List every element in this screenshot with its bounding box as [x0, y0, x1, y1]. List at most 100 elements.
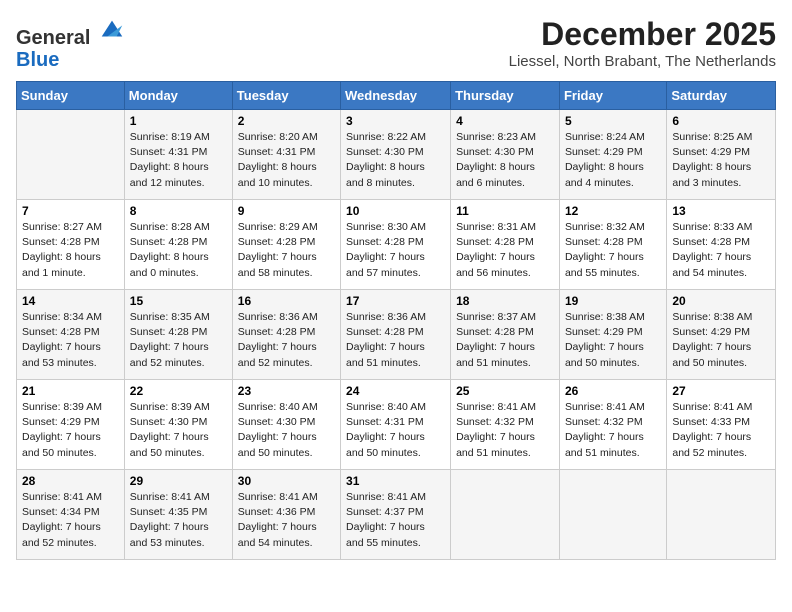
cell-content: Sunrise: 8:30 AMSunset: 4:28 PMDaylight:… [346, 220, 445, 281]
cell-content: Sunrise: 8:22 AMSunset: 4:30 PMDaylight:… [346, 130, 445, 191]
calendar-cell: 16 Sunrise: 8:36 AMSunset: 4:28 PMDayligh… [232, 290, 340, 380]
day-number: 5 [565, 114, 661, 128]
cell-content: Sunrise: 8:41 AMSunset: 4:32 PMDaylight:… [456, 400, 554, 461]
cell-content: Sunrise: 8:41 AMSunset: 4:32 PMDaylight:… [565, 400, 661, 461]
calendar-header-row: SundayMondayTuesdayWednesdayThursdayFrid… [17, 82, 776, 110]
calendar-day-header: Saturday [667, 82, 776, 110]
cell-content: Sunrise: 8:31 AMSunset: 4:28 PMDaylight:… [456, 220, 554, 281]
cell-content: Sunrise: 8:27 AMSunset: 4:28 PMDaylight:… [22, 220, 119, 281]
calendar-cell: 13Sunrise: 8:33 AMSunset: 4:28 PMDayligh… [667, 200, 776, 290]
calendar-week-row: 21Sunrise: 8:39 AMSunset: 4:29 PMDayligh… [17, 380, 776, 470]
calendar-day-header: Tuesday [232, 82, 340, 110]
cell-content: Sunrise: 8:38 AMSunset: 4:29 PMDaylight:… [565, 310, 661, 371]
calendar-cell: 7 Sunrise: 8:27 AMSunset: 4:28 PMDaylight… [17, 200, 125, 290]
calendar-cell: 31 Sunrise: 8:41 AMSunset: 4:37 PMDayligh… [341, 470, 451, 560]
calendar-week-row: 14Sunrise: 8:34 AMSunset: 4:28 PMDayligh… [17, 290, 776, 380]
cell-content: Sunrise: 8:40 AMSunset: 4:31 PMDaylight:… [346, 400, 445, 461]
cell-content: Sunrise: 8:35 AMSunset: 4:28 PMDaylight:… [130, 310, 227, 371]
calendar-day-header: Sunday [17, 82, 125, 110]
day-number: 20 [672, 294, 770, 308]
calendar-cell: 25 Sunrise: 8:41 AMSunset: 4:32 PMDayligh… [451, 380, 560, 470]
calendar-cell: 3 Sunrise: 8:22 AMSunset: 4:30 PMDaylight… [341, 110, 451, 200]
calendar-day-header: Wednesday [341, 82, 451, 110]
calendar-day-header: Monday [124, 82, 232, 110]
calendar-week-row: 1 Sunrise: 8:19 AMSunset: 4:31 PMDaylight… [17, 110, 776, 200]
calendar-cell [17, 110, 125, 200]
logo-icon [98, 16, 126, 44]
calendar-cell: 8Sunrise: 8:28 AMSunset: 4:28 PMDaylight… [124, 200, 232, 290]
page-header: General Blue December 2025 Liessel, Nort… [16, 16, 776, 71]
logo-blue: Blue [16, 49, 59, 71]
calendar-cell: 29 Sunrise: 8:41 AMSunset: 4:35 PMDayligh… [124, 470, 232, 560]
cell-content: Sunrise: 8:40 AMSunset: 4:30 PMDaylight:… [238, 400, 335, 461]
day-number: 16 [238, 294, 335, 308]
day-number: 21 [22, 384, 119, 398]
calendar-cell: 12 Sunrise: 8:32 AMSunset: 4:28 PMDayligh… [559, 200, 666, 290]
day-number: 19 [565, 294, 661, 308]
day-number: 29 [130, 474, 227, 488]
calendar-cell: 22 Sunrise: 8:39 AMSunset: 4:30 PMDayligh… [124, 380, 232, 470]
month-title: December 2025 [509, 16, 776, 53]
calendar-cell [451, 470, 560, 560]
calendar-cell [667, 470, 776, 560]
cell-content: Sunrise: 8:29 AMSunset: 4:28 PMDaylight:… [238, 220, 335, 281]
cell-content: Sunrise: 8:41 AMSunset: 4:33 PMDaylight:… [672, 400, 770, 461]
cell-content: Sunrise: 8:37 AMSunset: 4:28 PMDaylight:… [456, 310, 554, 371]
calendar-cell: 21Sunrise: 8:39 AMSunset: 4:29 PMDayligh… [17, 380, 125, 470]
day-number: 30 [238, 474, 335, 488]
cell-content: Sunrise: 8:41 AMSunset: 4:37 PMDaylight:… [346, 490, 445, 551]
cell-content: Sunrise: 8:41 AMSunset: 4:35 PMDaylight:… [130, 490, 227, 551]
day-number: 11 [456, 204, 554, 218]
day-number: 4 [456, 114, 554, 128]
cell-content: Sunrise: 8:33 AMSunset: 4:28 PMDaylight:… [672, 220, 770, 281]
day-number: 1 [130, 114, 227, 128]
calendar-cell: 10 Sunrise: 8:30 AMSunset: 4:28 PMDayligh… [341, 200, 451, 290]
calendar-cell: 24 Sunrise: 8:40 AMSunset: 4:31 PMDayligh… [341, 380, 451, 470]
calendar-day-header: Thursday [451, 82, 560, 110]
day-number: 7 [22, 204, 119, 218]
calendar-cell: 6Sunrise: 8:25 AMSunset: 4:29 PMDaylight… [667, 110, 776, 200]
cell-content: Sunrise: 8:19 AMSunset: 4:31 PMDaylight:… [130, 130, 227, 191]
day-number: 10 [346, 204, 445, 218]
title-block: December 2025 Liessel, North Brabant, Th… [509, 16, 776, 70]
logo: General Blue [16, 16, 126, 71]
day-number: 31 [346, 474, 445, 488]
calendar-cell: 2Sunrise: 8:20 AMSunset: 4:31 PMDaylight… [232, 110, 340, 200]
calendar-day-header: Friday [559, 82, 666, 110]
calendar-cell: 20Sunrise: 8:38 AMSunset: 4:29 PMDayligh… [667, 290, 776, 380]
day-number: 12 [565, 204, 661, 218]
day-number: 25 [456, 384, 554, 398]
day-number: 22 [130, 384, 227, 398]
day-number: 8 [130, 204, 227, 218]
cell-content: Sunrise: 8:41 AMSunset: 4:36 PMDaylight:… [238, 490, 335, 551]
calendar-week-row: 28Sunrise: 8:41 AMSunset: 4:34 PMDayligh… [17, 470, 776, 560]
cell-content: Sunrise: 8:32 AMSunset: 4:28 PMDaylight:… [565, 220, 661, 281]
calendar-cell: 4 Sunrise: 8:23 AMSunset: 4:30 PMDaylight… [451, 110, 560, 200]
cell-content: Sunrise: 8:36 AMSunset: 4:28 PMDaylight:… [346, 310, 445, 371]
calendar-week-row: 7 Sunrise: 8:27 AMSunset: 4:28 PMDaylight… [17, 200, 776, 290]
location-title: Liessel, North Brabant, The Netherlands [509, 53, 776, 70]
cell-content: Sunrise: 8:39 AMSunset: 4:30 PMDaylight:… [130, 400, 227, 461]
day-number: 23 [238, 384, 335, 398]
calendar-cell: 26 Sunrise: 8:41 AMSunset: 4:32 PMDayligh… [559, 380, 666, 470]
calendar-cell: 1 Sunrise: 8:19 AMSunset: 4:31 PMDaylight… [124, 110, 232, 200]
calendar-cell: 5Sunrise: 8:24 AMSunset: 4:29 PMDaylight… [559, 110, 666, 200]
calendar-cell: 17Sunrise: 8:36 AMSunset: 4:28 PMDayligh… [341, 290, 451, 380]
calendar-table: SundayMondayTuesdayWednesdayThursdayFrid… [16, 81, 776, 560]
day-number: 28 [22, 474, 119, 488]
day-number: 26 [565, 384, 661, 398]
cell-content: Sunrise: 8:36 AMSunset: 4:28 PMDaylight:… [238, 310, 335, 371]
calendar-cell: 9 Sunrise: 8:29 AMSunset: 4:28 PMDaylight… [232, 200, 340, 290]
logo-general: General [16, 27, 90, 49]
day-number: 9 [238, 204, 335, 218]
calendar-cell: 15 Sunrise: 8:35 AMSunset: 4:28 PMDayligh… [124, 290, 232, 380]
calendar-cell [559, 470, 666, 560]
calendar-cell: 28Sunrise: 8:41 AMSunset: 4:34 PMDayligh… [17, 470, 125, 560]
day-number: 3 [346, 114, 445, 128]
calendar-cell: 19 Sunrise: 8:38 AMSunset: 4:29 PMDayligh… [559, 290, 666, 380]
day-number: 14 [22, 294, 119, 308]
cell-content: Sunrise: 8:23 AMSunset: 4:30 PMDaylight:… [456, 130, 554, 191]
calendar-cell: 27Sunrise: 8:41 AMSunset: 4:33 PMDayligh… [667, 380, 776, 470]
day-number: 24 [346, 384, 445, 398]
day-number: 15 [130, 294, 227, 308]
